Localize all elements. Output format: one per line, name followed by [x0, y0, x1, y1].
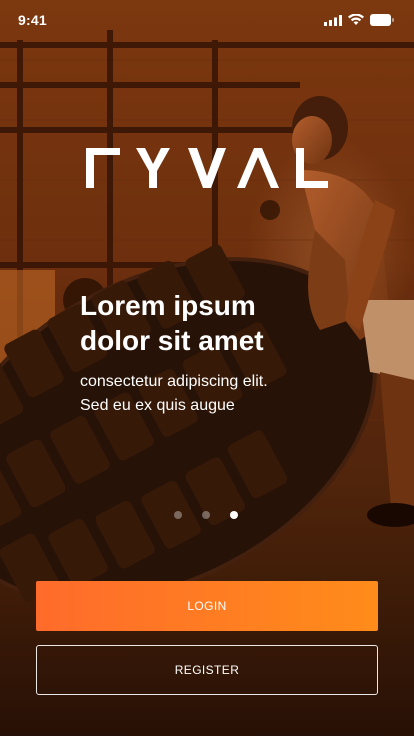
register-button[interactable]: REGISTER: [36, 645, 378, 695]
hero-title: Lorem ipsum dolor sit amet: [80, 288, 380, 358]
status-bar: 9:41: [0, 0, 414, 40]
page-dot-2[interactable]: [202, 511, 210, 519]
hero-subtitle: consectetur adipiscing elit. Sed eu ex q…: [80, 370, 380, 418]
signal-icon: [324, 14, 342, 26]
hero-title-line-2: dolor sit amet: [80, 325, 264, 356]
battery-icon: [370, 14, 394, 26]
hero-subtitle-line-1: consectetur adipiscing elit.: [80, 373, 268, 390]
onboarding-screen: 9:41 Lorem ipsum dolor sit amet consecte…: [0, 0, 414, 736]
hero-subtitle-line-2: Sed eu ex quis augue: [80, 397, 235, 414]
login-button[interactable]: LOGIN: [36, 581, 378, 631]
brand-logo: [86, 148, 328, 188]
hero-copy: Lorem ipsum dolor sit amet consectetur a…: [80, 288, 380, 418]
wifi-icon: [348, 14, 364, 26]
hero-title-line-1: Lorem ipsum: [80, 290, 256, 321]
status-icons: [324, 14, 394, 26]
page-dot-3[interactable]: [230, 511, 238, 519]
page-dot-1[interactable]: [174, 511, 182, 519]
page-indicator: [174, 511, 238, 519]
status-time: 9:41: [18, 12, 47, 28]
